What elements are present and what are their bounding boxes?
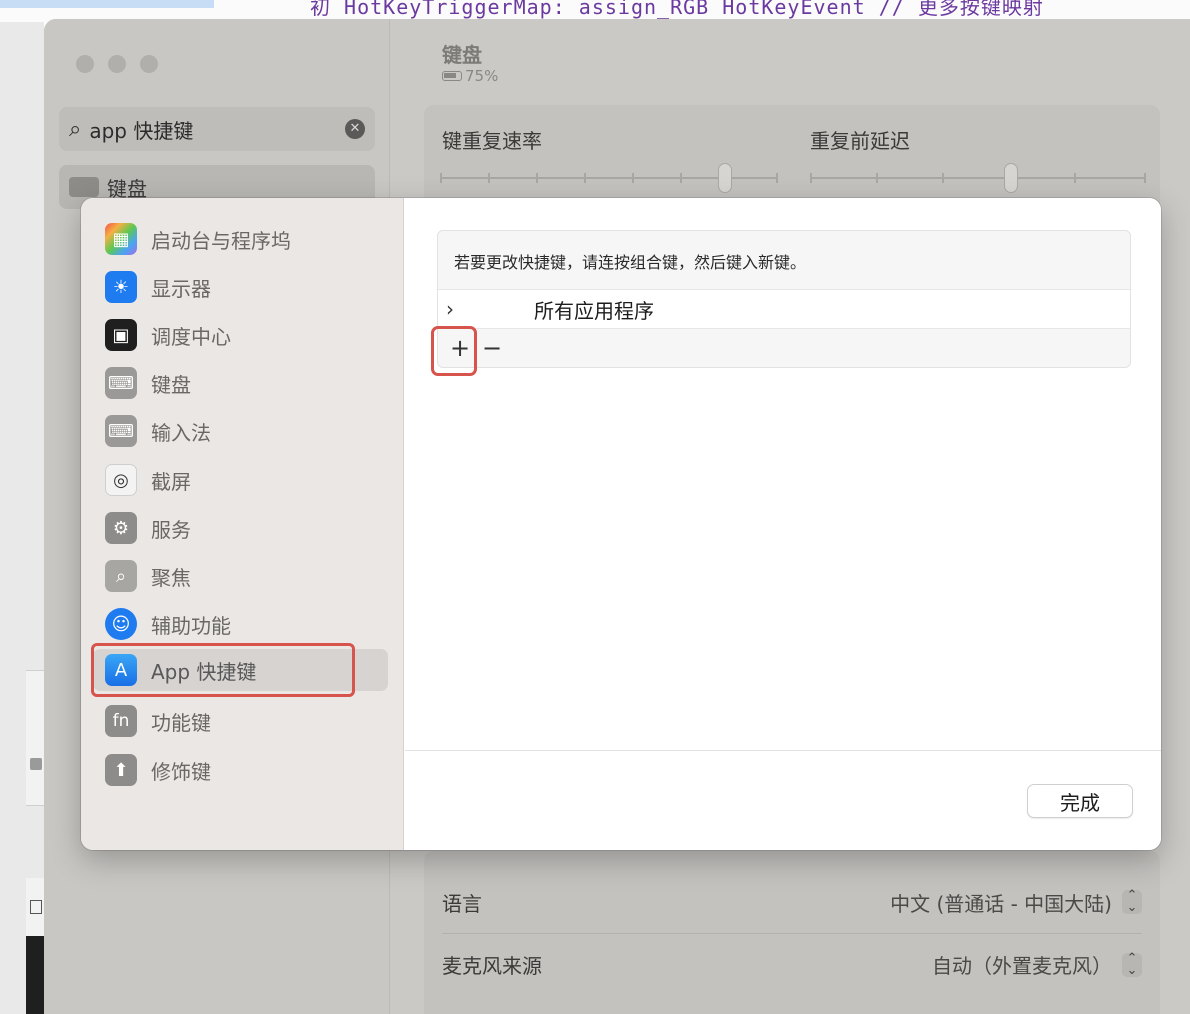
slider-knob[interactable] <box>1004 163 1018 193</box>
sidebar-item-services[interactable]: ⚙ 服务 <box>105 507 389 549</box>
sidebar-item-modifier-keys[interactable]: ⬆ 修饰键 <box>105 749 389 791</box>
sidebar-item-keyboard[interactable]: ⌨ 键盘 <box>105 362 389 404</box>
microphone-row: 麦克风来源 自动（外置麦克风） ⌃ ⌄ <box>442 933 1142 995</box>
close-window-button[interactable] <box>76 55 94 73</box>
remove-shortcut-button[interactable]: − <box>476 332 508 364</box>
annotation-highlight-box <box>431 326 477 376</box>
add-remove-bar: + − <box>438 329 1130 367</box>
key-repeat-label: 键重复速率 <box>442 129 542 153</box>
search-query: app 快捷键 <box>89 118 194 143</box>
updown-icon: ⌃ ⌄ <box>1122 889 1142 914</box>
sidebar-item-screenshot[interactable]: ◎ 截屏 <box>105 459 389 501</box>
delay-slider[interactable] <box>810 163 1146 193</box>
keyboard-icon: ⌨ <box>105 367 137 399</box>
select-value: 中文 (普通话 - 中国大陆) <box>890 891 1112 916</box>
sidebar-item-label: 截屏 <box>151 469 191 494</box>
sidebar-item-label: 键盘 <box>151 372 191 397</box>
resize-icon <box>30 758 42 770</box>
battery-level: 75% <box>465 67 499 85</box>
sidebar-item-input-sources[interactable]: ⌨ 输入法 <box>105 410 389 452</box>
display-icon: ☀ <box>105 271 137 303</box>
shortcut-table: 若要更改快捷键，请连按组合键，然后键入新键。 › 所有应用程序 + − <box>437 230 1131 368</box>
dictation-card: 语言 中文 (普通话 - 中国大陆) ⌃ ⌄ 麦克风来源 自动（外置麦克风） ⌃ ⌄ <box>424 851 1160 1014</box>
sidebar-item-function-keys[interactable]: fn 功能键 <box>105 700 389 742</box>
search-icon: ⌕ <box>69 116 82 142</box>
microphone-select[interactable]: 自动（外置麦克风） ⌃ ⌄ <box>932 950 1142 979</box>
sidebar-item-label: 调度中心 <box>151 324 231 349</box>
slider-knob[interactable] <box>718 163 732 193</box>
keyboard-icon: ⌨ <box>105 415 137 447</box>
divider <box>405 750 1161 751</box>
spotlight-icon: ⌕ <box>105 560 137 592</box>
sidebar-item-display[interactable]: ☀ 显示器 <box>105 266 389 308</box>
done-button[interactable]: 完成 <box>1027 784 1133 818</box>
sidebar-item-label: 聚焦 <box>151 565 191 590</box>
sidebar-item-label: 服务 <box>151 517 191 542</box>
annotation-highlight-box <box>91 643 355 697</box>
instruction-text: 若要更改快捷键，请连按组合键，然后键入新键。 <box>454 253 807 272</box>
launchpad-icon: ▦ <box>105 223 137 255</box>
all-applications-row[interactable]: › 所有应用程序 <box>438 289 1130 329</box>
modifier-key-icon: ⬆ <box>105 754 137 786</box>
sidebar-item-mission-control[interactable]: ▣ 调度中心 <box>105 314 389 356</box>
minimize-window-button[interactable] <box>108 55 126 73</box>
mission-control-icon: ▣ <box>105 319 137 351</box>
language-select[interactable]: 中文 (普通话 - 中国大陆) ⌃ ⌄ <box>890 888 1142 917</box>
page-title: 键盘 <box>442 43 482 67</box>
accessibility-icon: ☺ <box>105 608 137 640</box>
sidebar-item-label: 显示器 <box>151 276 211 301</box>
sidebar-item-label: 启动台与程序坞 <box>151 228 291 253</box>
battery-icon <box>442 71 462 81</box>
select-value: 自动（外置麦克风） <box>932 954 1112 978</box>
sidebar-item-label: 功能键 <box>151 710 211 735</box>
sidebar-item-launchpad[interactable]: ▦ 启动台与程序坞 <box>105 218 389 260</box>
chevron-right-icon[interactable]: › <box>446 297 466 321</box>
language-row: 语言 中文 (普通话 - 中国大陆) ⌃ ⌄ <box>442 871 1142 933</box>
services-icon: ⚙ <box>105 512 137 544</box>
sidebar-item-spotlight[interactable]: ⌕ 聚焦 <box>105 555 389 597</box>
background-window-fragment <box>0 22 44 1014</box>
search-input[interactable]: ⌕ app 快捷键 ✕ <box>59 107 375 151</box>
shortcuts-sidebar: ▦ 启动台与程序坞 ☀ 显示器 ▣ 调度中心 ⌨ 键盘 ⌨ 输入法 ◎ 截屏 ⚙… <box>81 198 404 850</box>
screenshot-icon: ◎ <box>105 464 137 496</box>
group-name: 所有应用程序 <box>534 298 654 323</box>
sidebar-item-label: 修饰键 <box>151 759 211 784</box>
keyboard-icon <box>69 177 99 197</box>
sidebar-item-accessibility[interactable]: ☺ 辅助功能 <box>105 603 389 645</box>
background-code-text: 初 HotKeyTriggerMap: assign_RGB HotKeyEve… <box>310 0 1044 19</box>
keyboard-shortcuts-sheet: ▦ 启动台与程序坞 ☀ 显示器 ▣ 调度中心 ⌨ 键盘 ⌨ 输入法 ◎ 截屏 ⚙… <box>81 198 1161 850</box>
key-repeat-slider[interactable] <box>440 163 778 193</box>
clear-search-icon[interactable]: ✕ <box>345 119 365 139</box>
row-label: 语言 <box>442 891 482 916</box>
sidebar-item-label: 输入法 <box>151 420 211 445</box>
document-icon <box>30 900 42 914</box>
zoom-window-button[interactable] <box>140 55 158 73</box>
background-panel <box>26 670 44 806</box>
background-terminal <box>26 936 44 1014</box>
delay-label: 重复前延迟 <box>810 129 910 153</box>
row-label: 麦克风来源 <box>442 954 542 978</box>
fn-icon: fn <box>105 705 137 737</box>
shortcuts-content: 若要更改快捷键，请连按组合键，然后键入新键。 › 所有应用程序 + − 完成 <box>405 198 1161 850</box>
updown-icon: ⌃ ⌄ <box>1122 952 1142 977</box>
selection-block <box>0 0 214 8</box>
battery-status: 75% <box>442 67 498 85</box>
sidebar-item-label: 辅助功能 <box>151 613 231 638</box>
